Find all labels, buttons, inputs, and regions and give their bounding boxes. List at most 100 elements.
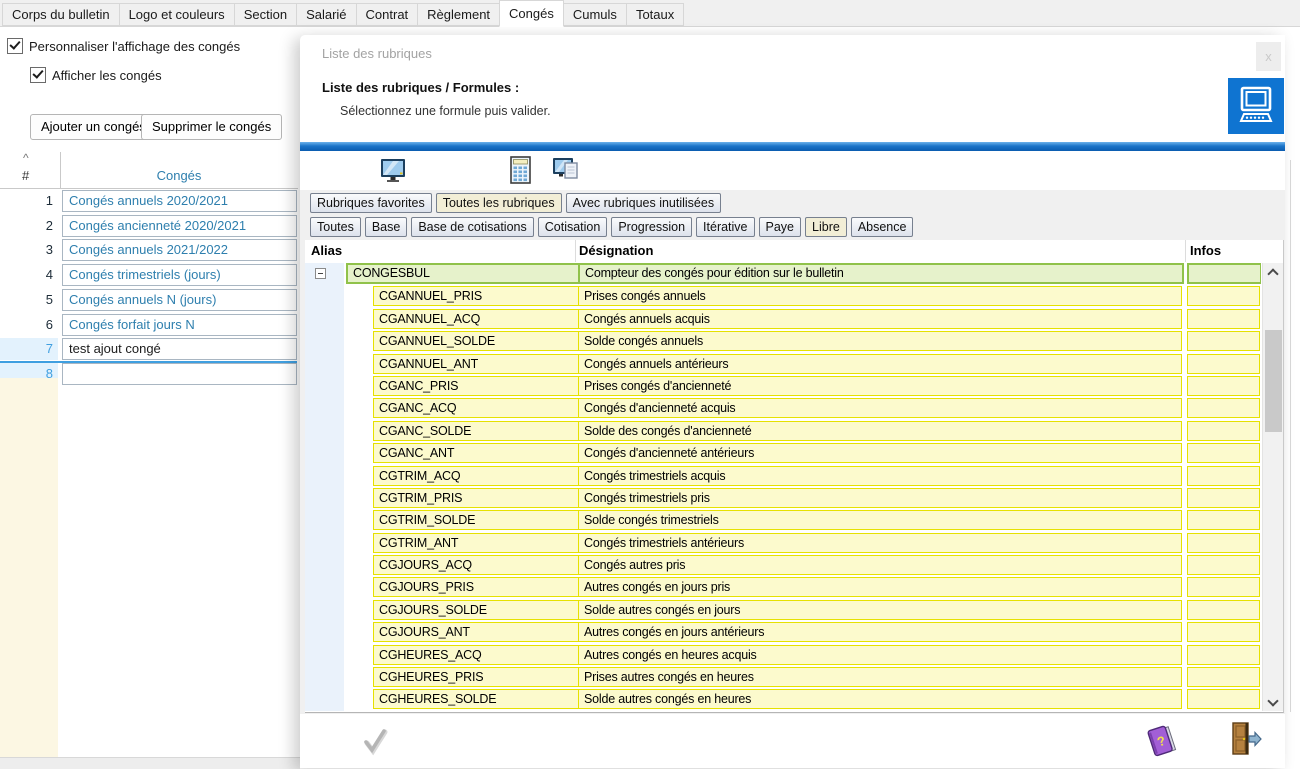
alias-cell[interactable]: CGJOURS_SOLDE xyxy=(373,600,580,620)
rubrique-row-cganc-ant[interactable]: CGANC_ANTCongés d'ancienneté antérieurs xyxy=(305,442,1261,464)
rubrique-row-cgtrim-acq[interactable]: CGTRIM_ACQCongés trimestriels acquis xyxy=(305,465,1261,487)
designation-cell[interactable]: Prises congés d'ancienneté xyxy=(578,376,1182,396)
alias-cell[interactable]: CGANNUEL_PRIS xyxy=(373,286,580,306)
scroll-down-icon[interactable] xyxy=(1263,694,1283,711)
row-number[interactable]: 4 xyxy=(0,264,58,286)
alias-cell[interactable]: CGJOURS_PRIS xyxy=(373,577,580,597)
rubrique-row-cganc-solde[interactable]: CGANC_SOLDESolde des congés d'ancienneté xyxy=(305,420,1261,442)
infos-cell[interactable] xyxy=(1187,645,1260,665)
designation-cell[interactable]: Autres congés en heures acquis xyxy=(578,645,1182,665)
rubrique-row-cgannuel-solde[interactable]: CGANNUEL_SOLDESolde congés annuels xyxy=(305,330,1261,352)
conges-name-cell[interactable]: Congés annuels 2021/2022 xyxy=(62,239,297,261)
filter-it-rative[interactable]: Itérative xyxy=(696,217,754,237)
alias-cell[interactable]: CGTRIM_SOLDE xyxy=(373,510,580,530)
monitor-icon[interactable] xyxy=(379,156,407,184)
column-header-designation[interactable]: Désignation xyxy=(579,243,653,258)
infos-cell[interactable] xyxy=(1187,466,1260,486)
tab-salari[interactable]: Salarié xyxy=(296,3,356,26)
infos-cell[interactable] xyxy=(1187,577,1260,597)
rubrique-row-cgtrim-ant[interactable]: CGTRIM_ANTCongés trimestriels antérieurs xyxy=(305,532,1261,554)
designation-cell[interactable]: Congés d'ancienneté acquis xyxy=(578,398,1182,418)
column-header-num[interactable]: # xyxy=(22,168,29,183)
alias-cell[interactable]: CGTRIM_PRIS xyxy=(373,488,580,508)
conges-name-cell[interactable]: test ajout congé xyxy=(62,338,297,360)
checkbox-checked-icon[interactable] xyxy=(7,38,23,54)
rubrique-row-cgannuel-pris[interactable]: CGANNUEL_PRISPrises congés annuels xyxy=(305,285,1261,307)
alias-cell[interactable]: CGHEURES_SOLDE xyxy=(373,689,580,709)
rubrique-row-cgannuel-ant[interactable]: CGANNUEL_ANTCongés annuels antérieurs xyxy=(305,353,1261,375)
row-number[interactable]: 6 xyxy=(0,314,58,336)
designation-cell[interactable]: Congés annuels acquis xyxy=(578,309,1182,329)
designation-cell[interactable]: Congés trimestriels antérieurs xyxy=(578,533,1182,553)
rubrique-row-cgtrim-pris[interactable]: CGTRIM_PRISCongés trimestriels pris xyxy=(305,487,1261,509)
designation-cell[interactable]: Compteur des congés pour édition sur le … xyxy=(578,263,1184,284)
conges-name-cell[interactable]: Congés ancienneté 2020/2021 xyxy=(62,215,297,237)
designation-cell[interactable]: Congés autres pris xyxy=(578,555,1182,575)
designation-cell[interactable]: Congés d'ancienneté antérieurs xyxy=(578,443,1182,463)
scrollbar-thumb[interactable] xyxy=(1265,330,1282,432)
alias-cell[interactable]: CGANNUEL_ACQ xyxy=(373,309,580,329)
infos-cell[interactable] xyxy=(1187,398,1260,418)
rubrique-row-cgtrim-solde[interactable]: CGTRIM_SOLDESolde congés trimestriels xyxy=(305,509,1261,531)
infos-cell[interactable] xyxy=(1187,354,1260,374)
filter-cotisation[interactable]: Cotisation xyxy=(538,217,608,237)
designation-cell[interactable]: Congés annuels antérieurs xyxy=(578,354,1182,374)
conges-name-cell[interactable] xyxy=(62,363,297,385)
alias-cell[interactable]: CGHEURES_ACQ xyxy=(373,645,580,665)
column-header-alias[interactable]: Alias xyxy=(311,243,342,258)
alias-cell[interactable]: CGANC_ACQ xyxy=(373,398,580,418)
conges-name-cell[interactable]: Congés annuels 2020/2021 xyxy=(62,190,297,212)
rubrique-row-cgjours-pris[interactable]: CGJOURS_PRISAutres congés en jours pris xyxy=(305,576,1261,598)
rubrique-row-cgjours-acq[interactable]: CGJOURS_ACQCongés autres pris xyxy=(305,554,1261,576)
row-number[interactable]: 2 xyxy=(0,215,58,237)
rubrique-row-congesbul[interactable]: CONGESBULCompteur des congés pour éditio… xyxy=(305,263,1261,285)
tab-cumuls[interactable]: Cumuls xyxy=(563,3,627,26)
collapse-minus-icon[interactable] xyxy=(315,268,326,279)
filter-base[interactable]: Base xyxy=(365,217,408,237)
infos-cell[interactable] xyxy=(1187,555,1260,575)
designation-cell[interactable]: Prises autres congés en heures xyxy=(578,667,1182,687)
tab-section[interactable]: Section xyxy=(234,3,297,26)
close-icon[interactable]: x xyxy=(1256,42,1281,71)
alias-cell[interactable]: CGJOURS_ACQ xyxy=(373,555,580,575)
conges-name-cell[interactable]: Congés forfait jours N xyxy=(62,314,297,336)
monitor-page-icon[interactable] xyxy=(552,156,580,184)
infos-cell[interactable] xyxy=(1187,622,1260,642)
row-number[interactable]: 3 xyxy=(0,239,58,261)
column-header-infos[interactable]: Infos xyxy=(1190,243,1221,258)
infos-cell[interactable] xyxy=(1187,286,1260,306)
rubrique-row-cgjours-ant[interactable]: CGJOURS_ANTAutres congés en jours antéri… xyxy=(305,621,1261,643)
infos-cell[interactable] xyxy=(1187,533,1260,553)
filter-paye[interactable]: Paye xyxy=(759,217,802,237)
calculator-icon[interactable] xyxy=(507,156,535,184)
tab-totaux[interactable]: Totaux xyxy=(626,3,684,26)
rubrique-row-cganc-acq[interactable]: CGANC_ACQCongés d'ancienneté acquis xyxy=(305,397,1261,419)
tab-cong-s[interactable]: Congés xyxy=(499,0,564,27)
filter-progression[interactable]: Progression xyxy=(611,217,692,237)
alias-cell[interactable]: CGTRIM_ACQ xyxy=(373,466,580,486)
infos-cell[interactable] xyxy=(1187,667,1260,687)
filter-libre[interactable]: Libre xyxy=(805,217,847,237)
rubrique-row-cgheures-acq[interactable]: CGHEURES_ACQAutres congés en heures acqu… xyxy=(305,644,1261,666)
infos-cell[interactable] xyxy=(1187,309,1260,329)
infos-cell[interactable] xyxy=(1187,510,1260,530)
alias-cell[interactable]: CONGESBUL xyxy=(346,263,581,284)
exit-door-icon[interactable] xyxy=(1226,720,1264,765)
scroll-up-icon[interactable] xyxy=(1263,263,1283,280)
designation-cell[interactable]: Solde autres congés en heures xyxy=(578,689,1182,709)
infos-cell[interactable] xyxy=(1187,263,1261,284)
alias-cell[interactable]: CGANC_SOLDE xyxy=(373,421,580,441)
designation-cell[interactable]: Solde des congés d'ancienneté xyxy=(578,421,1182,441)
alias-cell[interactable]: CGJOURS_ANT xyxy=(373,622,580,642)
checkbox-personalize-conges[interactable]: Personnaliser l'affichage des congés xyxy=(7,38,240,54)
infos-cell[interactable] xyxy=(1187,443,1260,463)
filter-toutes-les-rubriques[interactable]: Toutes les rubriques xyxy=(436,193,562,213)
validate-icon[interactable] xyxy=(360,726,390,761)
conges-name-cell[interactable]: Congés annuels N (jours) xyxy=(62,289,297,311)
tab-logo-et-couleurs[interactable]: Logo et couleurs xyxy=(119,3,235,26)
designation-cell[interactable]: Congés trimestriels acquis xyxy=(578,466,1182,486)
designation-cell[interactable]: Prises congés annuels xyxy=(578,286,1182,306)
rubrique-row-cgannuel-acq[interactable]: CGANNUEL_ACQCongés annuels acquis xyxy=(305,308,1261,330)
checkbox-checked-icon[interactable] xyxy=(30,67,46,83)
alias-cell[interactable]: CGTRIM_ANT xyxy=(373,533,580,553)
